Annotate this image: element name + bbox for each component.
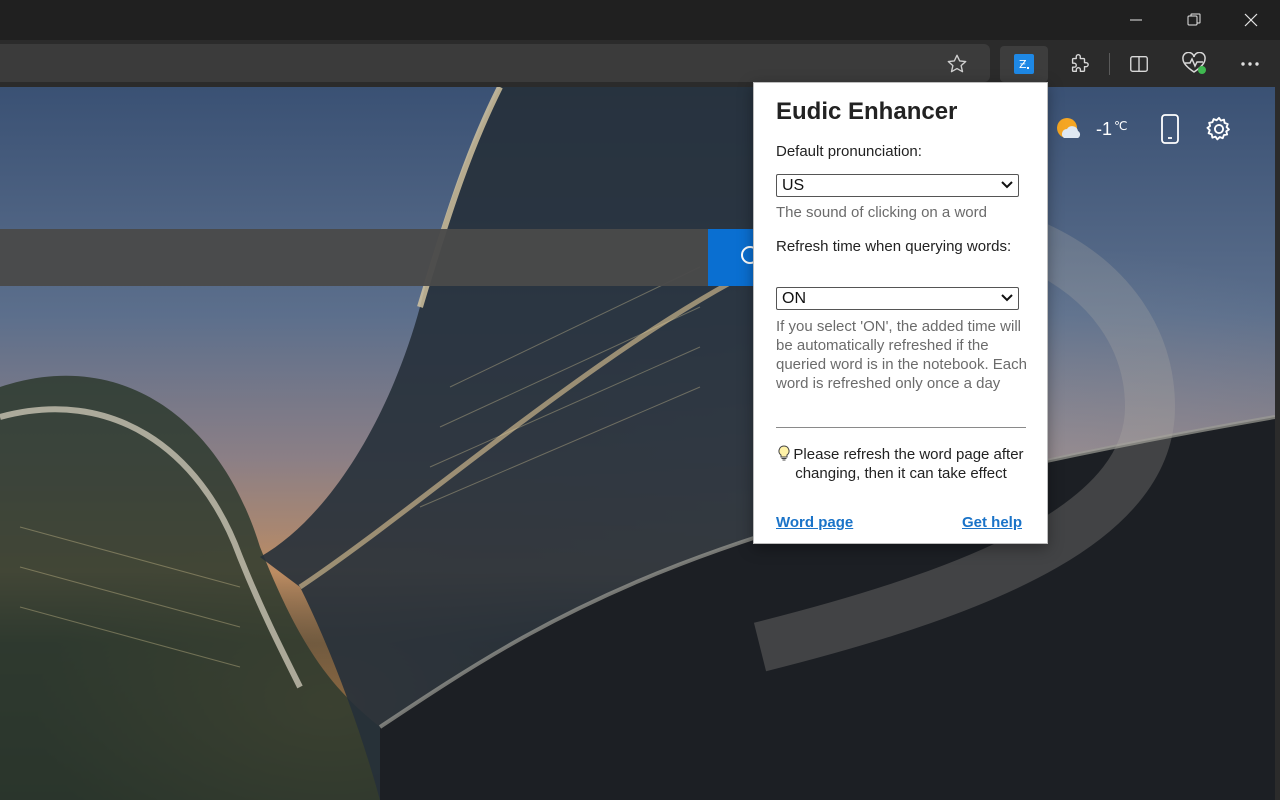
favorite-button[interactable] xyxy=(935,46,979,82)
pronunciation-selected-value: US xyxy=(782,177,805,194)
chevron-down-icon xyxy=(1001,181,1013,189)
search-button[interactable] xyxy=(708,229,759,286)
minimize-icon xyxy=(1130,19,1142,21)
more-button[interactable] xyxy=(1228,46,1272,82)
refresh-note: Please refresh the word page after chang… xyxy=(776,445,1026,483)
refresh-time-hint: If you select 'ON', the added time will … xyxy=(776,318,1027,392)
heart-pulse-icon xyxy=(1182,52,1206,74)
phone-icon xyxy=(1161,114,1179,144)
temperature-value: -1 xyxy=(1096,118,1113,139)
new-tab-background xyxy=(0,87,1275,800)
extensions-button[interactable] xyxy=(1057,46,1101,82)
popup-divider xyxy=(776,427,1026,428)
page-scrollbar[interactable] xyxy=(1275,87,1280,800)
partly-cloudy-icon xyxy=(1057,118,1081,138)
temperature-unit: ℃ xyxy=(1114,118,1128,133)
eudic-extension-button[interactable]: Ƶ xyxy=(1000,46,1048,82)
toolbar-divider xyxy=(1109,53,1110,75)
popup-title: Eudic Enhancer xyxy=(776,98,958,125)
more-icon xyxy=(1241,62,1259,66)
background-architecture-image xyxy=(0,87,1275,800)
refresh-time-selected-value: ON xyxy=(782,290,806,307)
split-screen-button[interactable] xyxy=(1117,46,1161,82)
chevron-down-icon xyxy=(1001,294,1013,302)
gear-icon xyxy=(1206,116,1230,141)
refresh-time-select[interactable]: ON xyxy=(776,287,1019,310)
eudic-extension-icon: Ƶ xyxy=(1014,54,1034,74)
minimize-button[interactable] xyxy=(1107,0,1165,40)
puzzle-icon xyxy=(1071,53,1089,73)
mobile-button[interactable] xyxy=(1153,112,1187,146)
get-help-link[interactable]: Get help xyxy=(962,514,1022,531)
word-page-link[interactable]: Word page xyxy=(776,514,853,531)
title-bar xyxy=(0,0,1280,40)
address-bar[interactable] xyxy=(0,44,990,82)
search-icon xyxy=(741,246,759,264)
close-icon xyxy=(1244,13,1258,27)
page-settings-button[interactable] xyxy=(1202,112,1236,146)
pronunciation-hint: The sound of clicking on a word xyxy=(776,204,987,221)
star-icon xyxy=(947,54,967,73)
pronunciation-select[interactable]: US xyxy=(776,174,1019,197)
browser-essentials-button[interactable] xyxy=(1172,46,1216,82)
pronunciation-label: Default pronunciation: xyxy=(776,143,922,160)
restore-icon xyxy=(1187,13,1201,26)
restore-button[interactable] xyxy=(1165,0,1223,40)
lightbulb-icon xyxy=(778,445,790,461)
web-search-box[interactable] xyxy=(0,229,708,286)
eudic-enhancer-popup: Eudic Enhancer Default pronunciation: US… xyxy=(753,82,1048,544)
close-button[interactable] xyxy=(1222,0,1280,40)
split-screen-icon xyxy=(1130,55,1148,73)
weather-widget[interactable]: -1 ℃ xyxy=(1054,114,1128,144)
svg-text:Ƶ: Ƶ xyxy=(1019,58,1027,71)
refresh-time-label: Refresh time when querying words: xyxy=(776,238,1012,255)
refresh-note-text: Please refresh the word page after chang… xyxy=(793,446,1024,482)
